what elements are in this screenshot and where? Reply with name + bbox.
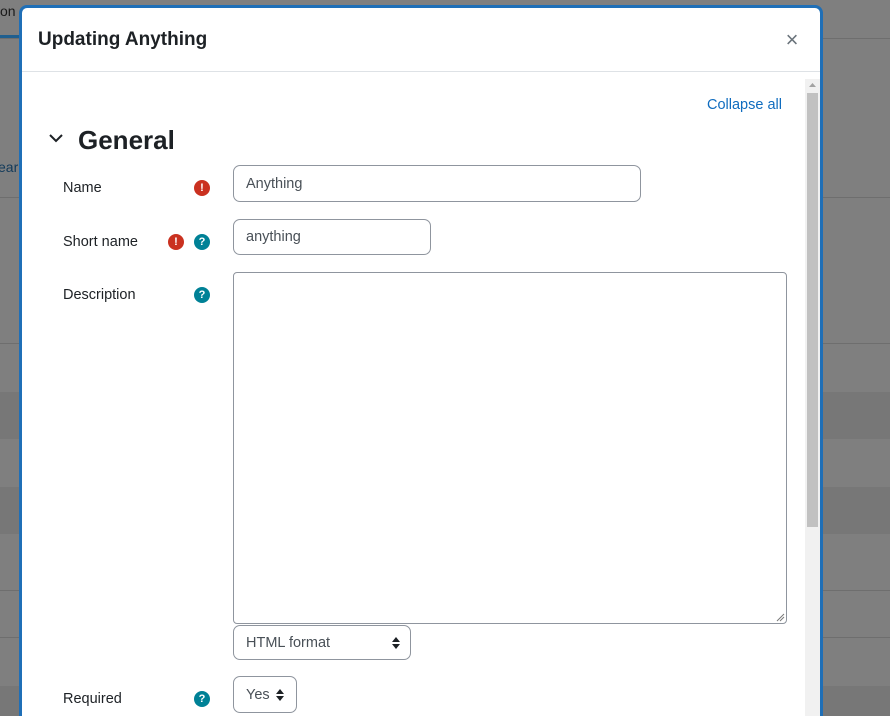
required-select-value: Yes xyxy=(246,686,270,703)
short-name-label: Short name xyxy=(63,234,138,250)
description-label: Description xyxy=(63,287,136,303)
name-input[interactable]: Anything xyxy=(233,165,641,202)
background-link-fragment: ear xyxy=(0,159,19,175)
required-icon: ! xyxy=(194,180,210,196)
format-select-value: HTML format xyxy=(246,634,331,651)
name-input-value: Anything xyxy=(246,175,303,192)
background-tab-label: on xyxy=(0,3,16,19)
modal-scrollbar[interactable] xyxy=(805,79,820,716)
modal-body: Collapse all General Name ! Anything Sho… xyxy=(22,73,820,716)
required-icon: ! xyxy=(168,234,184,250)
update-modal: Updating Anything × Collapse all General… xyxy=(19,5,823,716)
required-label: Required xyxy=(63,691,122,707)
short-name-input[interactable]: anything xyxy=(233,219,431,255)
name-label: Name xyxy=(63,180,102,196)
description-textarea[interactable] xyxy=(233,272,787,624)
section-title[interactable]: General xyxy=(78,125,175,156)
scrollbar-thumb[interactable] xyxy=(807,93,818,527)
help-icon[interactable]: ? xyxy=(194,287,210,303)
short-name-input-value: anything xyxy=(246,229,301,245)
resize-grip-icon[interactable] xyxy=(776,613,785,622)
scroll-up-arrow-icon[interactable] xyxy=(805,79,820,91)
chevron-down-icon[interactable] xyxy=(46,128,66,148)
format-select[interactable]: HTML format xyxy=(233,625,411,660)
help-icon[interactable]: ? xyxy=(194,234,210,250)
required-select[interactable]: Yes xyxy=(233,676,297,713)
select-caret-icon xyxy=(276,688,284,701)
modal-title: Updating Anything xyxy=(38,29,208,50)
close-button[interactable]: × xyxy=(782,28,802,52)
collapse-all-link[interactable]: Collapse all xyxy=(707,97,782,113)
modal-header: Updating Anything × xyxy=(22,8,820,72)
select-caret-icon xyxy=(392,636,400,649)
help-icon[interactable]: ? xyxy=(194,691,210,707)
